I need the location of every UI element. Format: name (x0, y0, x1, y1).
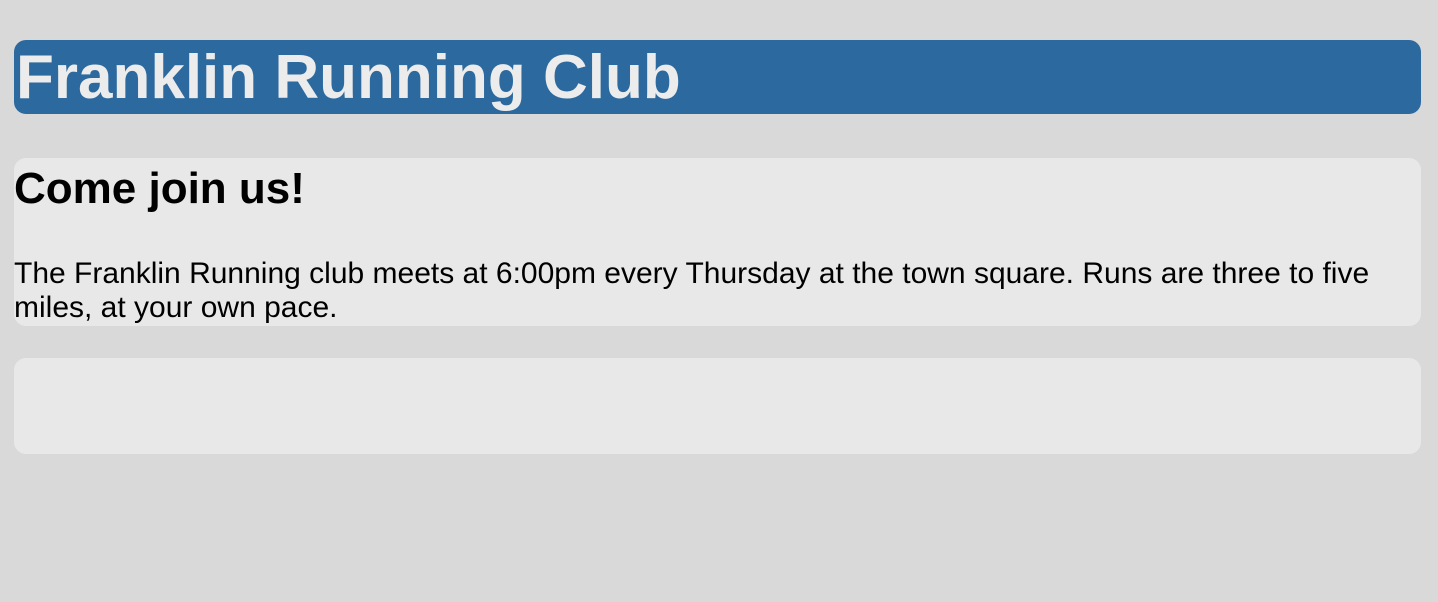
intro-card: Come join us! The Franklin Running club … (14, 158, 1421, 326)
intro-heading: Come join us! (14, 164, 305, 213)
intro-description: The Franklin Running club meets at 6:00p… (14, 257, 1370, 324)
page: Franklin Running Club Come join us! The … (14, 40, 1421, 454)
empty-content-card (14, 358, 1421, 454)
site-header: Franklin Running Club (14, 40, 1421, 114)
site-title: Franklin Running Club (16, 43, 681, 112)
